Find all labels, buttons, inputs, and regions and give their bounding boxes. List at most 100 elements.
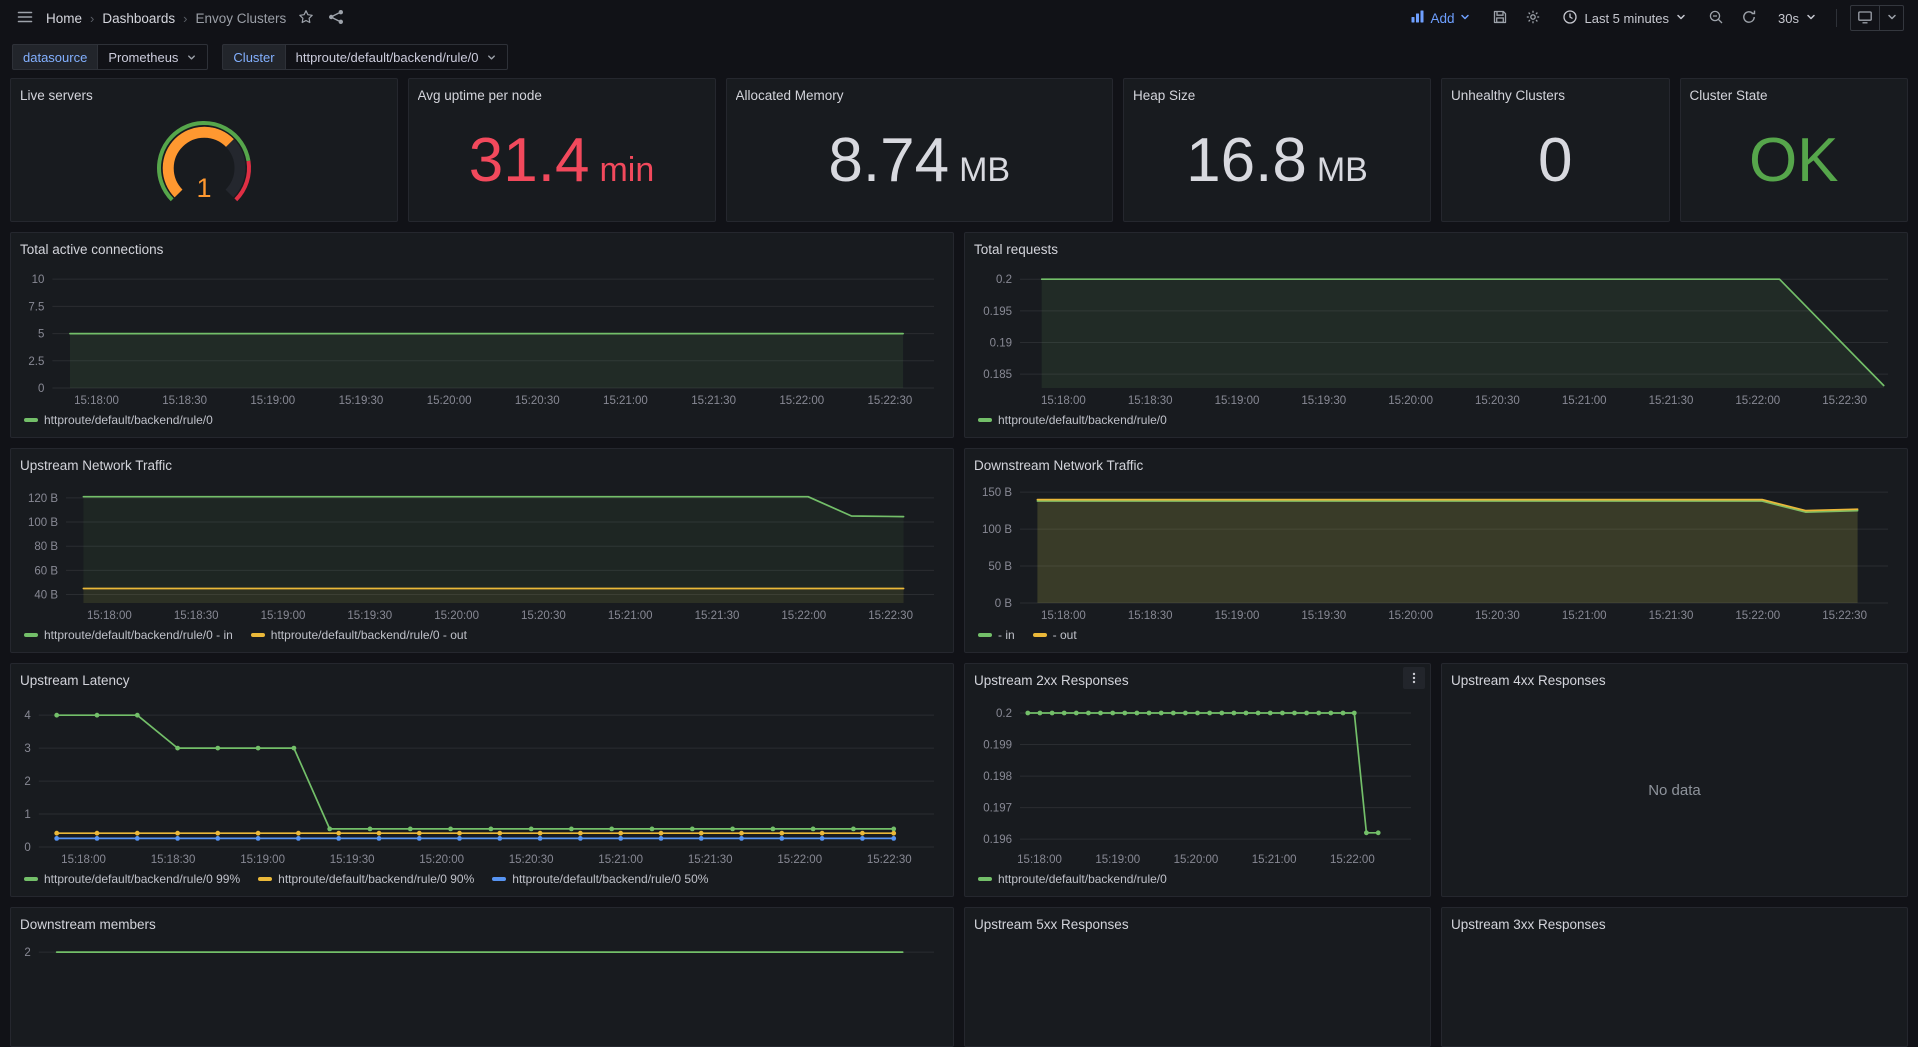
dashboard-settings-button[interactable] bbox=[1523, 7, 1543, 30]
chart-legend: httproute/default/backend/rule/0 - in htt… bbox=[20, 625, 944, 645]
legend-label: httproute/default/backend/rule/0 bbox=[998, 872, 1167, 886]
variable-cluster-value[interactable]: httproute/default/backend/rule/0 bbox=[285, 44, 509, 70]
svg-text:15:19:00: 15:19:00 bbox=[1215, 610, 1260, 622]
refresh-interval-picker[interactable]: 30s bbox=[1772, 10, 1823, 27]
svg-text:0 B: 0 B bbox=[995, 598, 1013, 610]
svg-text:15:22:00: 15:22:00 bbox=[1330, 854, 1375, 866]
svg-text:0.197: 0.197 bbox=[983, 803, 1012, 815]
panel-upstream-latency: Upstream Latency 0123415:18:0015:18:3015… bbox=[10, 663, 954, 897]
panel-title[interactable]: Total active connections bbox=[20, 242, 163, 257]
time-range-picker[interactable]: Last 5 minutes bbox=[1556, 8, 1693, 29]
panel-title[interactable]: Cluster State bbox=[1690, 88, 1768, 103]
variable-datasource-value[interactable]: Prometheus bbox=[97, 44, 208, 70]
panel-title[interactable]: Downstream Network Traffic bbox=[974, 458, 1143, 473]
svg-text:15:21:00: 15:21:00 bbox=[1562, 610, 1607, 622]
panel-title[interactable]: Upstream Latency bbox=[20, 673, 130, 688]
add-panel-button[interactable]: Add bbox=[1404, 8, 1477, 28]
graph-bar-icon bbox=[1410, 9, 1425, 27]
legend-label: - in bbox=[998, 628, 1015, 642]
star-icon bbox=[298, 9, 314, 28]
svg-text:15:22:30: 15:22:30 bbox=[868, 395, 913, 407]
legend-item[interactable]: httproute/default/backend/rule/0 - out bbox=[251, 628, 467, 642]
legend-swatch bbox=[251, 633, 265, 637]
panel-title[interactable]: Heap Size bbox=[1133, 88, 1195, 103]
tv-mode-button[interactable] bbox=[1850, 5, 1880, 31]
chart-canvas[interactable]: 0 B50 B100 B150 B15:18:0015:18:3015:19:0… bbox=[974, 477, 1898, 625]
legend-item[interactable]: httproute/default/backend/rule/0 bbox=[978, 413, 1167, 427]
panel-title[interactable]: Upstream 5xx Responses bbox=[974, 917, 1129, 932]
panel-title[interactable]: Unhealthy Clusters bbox=[1451, 88, 1565, 103]
breadcrumb-dashboards[interactable]: Dashboards bbox=[102, 11, 175, 26]
gear-icon bbox=[1525, 9, 1541, 28]
svg-text:0.2: 0.2 bbox=[996, 274, 1012, 286]
legend-label: httproute/default/backend/rule/0 bbox=[998, 413, 1167, 427]
svg-text:15:20:00: 15:20:00 bbox=[419, 854, 464, 866]
panel-title[interactable]: Allocated Memory bbox=[736, 88, 844, 103]
gauge-chart: 1 bbox=[139, 111, 269, 211]
legend-item[interactable]: httproute/default/backend/rule/0 bbox=[24, 413, 213, 427]
svg-text:7.5: 7.5 bbox=[28, 301, 44, 313]
legend-item[interactable]: httproute/default/backend/rule/0 90% bbox=[258, 872, 474, 886]
share-button[interactable] bbox=[326, 7, 346, 30]
svg-text:15:21:00: 15:21:00 bbox=[598, 854, 643, 866]
chart-canvas[interactable]: 0.1850.190.1950.215:18:0015:18:3015:19:0… bbox=[974, 261, 1898, 410]
panel-upstream-5xx-responses: Upstream 5xx Responses bbox=[964, 907, 1431, 1047]
refresh-button[interactable] bbox=[1739, 7, 1759, 30]
panel-upstream-4xx-responses: Upstream 4xx Responses No data bbox=[1441, 663, 1908, 897]
legend-swatch bbox=[978, 633, 992, 637]
time-series-chart: 40 B60 B80 B100 B120 B15:18:0015:18:3015… bbox=[20, 477, 944, 625]
refresh-icon bbox=[1741, 9, 1757, 28]
gauge-value: 1 bbox=[196, 173, 211, 203]
legend-item[interactable]: httproute/default/backend/rule/0 bbox=[978, 872, 1167, 886]
svg-text:15:18:30: 15:18:30 bbox=[151, 854, 196, 866]
chart-canvas[interactable]: No data bbox=[1451, 692, 1898, 889]
legend-item[interactable]: httproute/default/backend/rule/0 99% bbox=[24, 872, 240, 886]
nav-more-button[interactable] bbox=[1880, 5, 1904, 31]
panel-title[interactable]: Upstream 2xx Responses bbox=[974, 673, 1129, 688]
svg-text:150 B: 150 B bbox=[982, 487, 1012, 499]
hamburger-icon bbox=[16, 8, 34, 29]
panel-title[interactable]: Avg uptime per node bbox=[418, 88, 542, 103]
chevron-down-icon bbox=[1675, 11, 1687, 26]
breadcrumb-home[interactable]: Home bbox=[46, 11, 82, 26]
stat-unit: MB bbox=[959, 153, 1010, 187]
legend-item[interactable]: - out bbox=[1033, 628, 1077, 642]
chart-canvas[interactable]: 02.557.51015:18:0015:18:3015:19:0015:19:… bbox=[20, 261, 944, 410]
panel-title[interactable]: Total requests bbox=[974, 242, 1058, 257]
variable-datasource-selected: Prometheus bbox=[108, 50, 178, 65]
svg-text:0.185: 0.185 bbox=[983, 369, 1012, 381]
legend-swatch bbox=[978, 418, 992, 422]
legend-item[interactable]: - in bbox=[978, 628, 1015, 642]
svg-text:15:22:30: 15:22:30 bbox=[868, 610, 913, 622]
chart-canvas[interactable]: 0.1960.1970.1980.1990.215:18:0015:19:001… bbox=[974, 692, 1421, 869]
panel-menu-kebab-icon[interactable] bbox=[1403, 667, 1425, 689]
svg-text:15:20:30: 15:20:30 bbox=[1475, 610, 1520, 622]
menu-toggle-button[interactable] bbox=[14, 6, 36, 31]
no-data-text: No data bbox=[1451, 692, 1898, 889]
share-icon bbox=[328, 9, 344, 28]
svg-text:0.2: 0.2 bbox=[996, 708, 1012, 720]
zoom-out-time-button[interactable] bbox=[1706, 7, 1726, 30]
panel-title[interactable]: Upstream Network Traffic bbox=[20, 458, 172, 473]
add-label: Add bbox=[1430, 11, 1454, 26]
panel-title[interactable]: Downstream members bbox=[20, 917, 156, 932]
stat-unit: min bbox=[599, 153, 654, 187]
save-dashboard-button[interactable] bbox=[1490, 7, 1510, 30]
save-icon bbox=[1492, 9, 1508, 28]
chevron-down-icon bbox=[186, 52, 197, 63]
panel-title[interactable]: Upstream 4xx Responses bbox=[1451, 673, 1606, 688]
chart-canvas[interactable]: 2 bbox=[20, 936, 944, 1039]
panel-title[interactable]: Live servers bbox=[20, 88, 93, 103]
chart-canvas[interactable]: 40 B60 B80 B100 B120 B15:18:0015:18:3015… bbox=[20, 477, 944, 625]
svg-text:15:19:30: 15:19:30 bbox=[330, 854, 375, 866]
legend-item[interactable]: httproute/default/backend/rule/0 50% bbox=[492, 872, 708, 886]
svg-text:10: 10 bbox=[32, 274, 45, 286]
chart-canvas[interactable]: 0123415:18:0015:18:3015:19:0015:19:3015:… bbox=[20, 692, 944, 869]
chevron-down-icon bbox=[1459, 11, 1471, 26]
legend-item[interactable]: httproute/default/backend/rule/0 - in bbox=[24, 628, 233, 642]
panel-title[interactable]: Upstream 3xx Responses bbox=[1451, 917, 1606, 932]
variable-datasource-label: datasource bbox=[12, 44, 97, 70]
chart-canvas[interactable] bbox=[1451, 936, 1898, 1039]
chart-canvas[interactable] bbox=[974, 936, 1421, 1039]
favorite-button[interactable] bbox=[296, 7, 316, 30]
